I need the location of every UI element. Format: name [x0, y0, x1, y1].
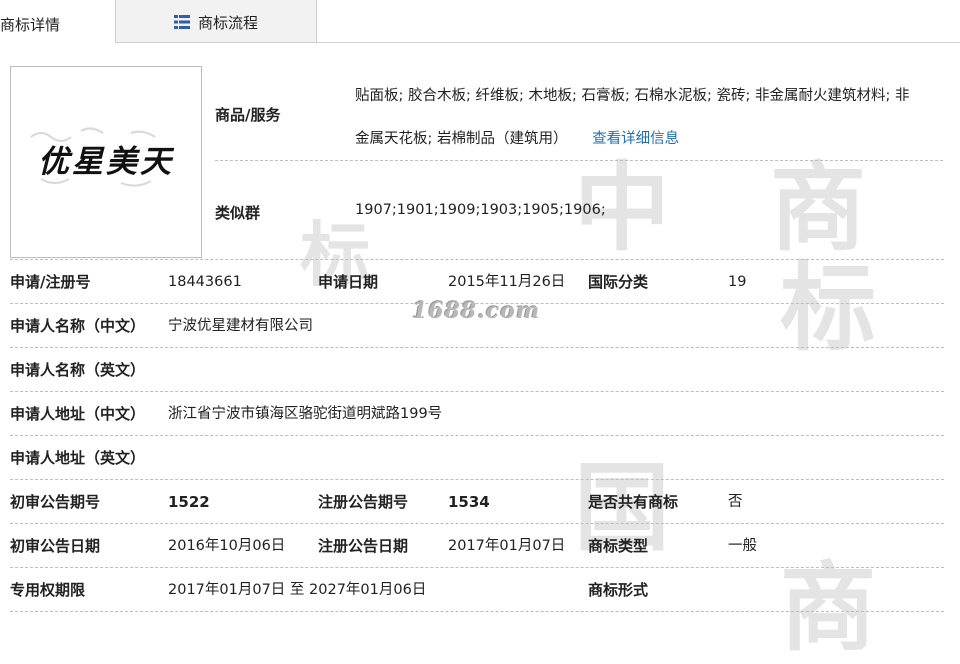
info-row: 申请人名称（英文） [10, 348, 944, 392]
mark-form-label: 商标形式 [588, 581, 649, 599]
tab-trademark-detail[interactable]: 商标详情 [0, 0, 116, 43]
applicant-addr-en-label: 申请人地址（英文） [10, 449, 146, 467]
info-row: 初审公告期号 1522 注册公告期号 1534 是否共有商标 否 [10, 480, 944, 524]
info-row: 申请人地址（中文） 浙江省宁波市镇海区骆驼街道明斌路199号 [10, 392, 944, 436]
prelim-pub-date-label: 初审公告日期 [10, 537, 101, 555]
similar-group-value: 1907;1901;1909;1903;1905;1906; [355, 202, 606, 218]
list-icon [174, 15, 190, 29]
site-watermark: 1688.com [412, 298, 541, 324]
intl-class-value: 19 [728, 274, 747, 290]
info-row: 申请人地址（英文） [10, 436, 944, 480]
reg-no-label: 申请/注册号 [10, 273, 91, 291]
goods-line2: 金属天花板; 岩棉制品（建筑用） [355, 131, 568, 147]
tab-label: 商标详情 [0, 16, 61, 34]
trademark-stamp: 优星美天 [30, 127, 175, 187]
trademark-text: 优星美天 [38, 144, 175, 180]
shared-mark-value: 否 [728, 494, 743, 510]
info-row: 专用权期限 2017年01月07日 至 2027年01月06日 商标形式 [10, 568, 944, 612]
applicant-addr-cn-value: 浙江省宁波市镇海区骆驼街道明斌路199号 [168, 406, 443, 422]
intl-class-label: 国际分类 [588, 273, 649, 291]
app-date-label: 申请日期 [318, 273, 379, 291]
reg-no-value: 18443661 [168, 274, 242, 290]
applicant-name-cn-value: 宁波优星建材有限公司 [168, 318, 313, 334]
mark-type-label: 商标类型 [588, 537, 649, 555]
applicant-name-en-label: 申请人名称（英文） [10, 361, 146, 379]
trademark-image: 优星美天 [10, 66, 202, 258]
divider [10, 611, 944, 612]
reg-pub-no-label: 注册公告期号 [318, 493, 409, 511]
goods-line1: 贴面板; 胶合木板; 纤维板; 木地板; 石膏板; 石棉水泥板; 瓷砖; 非金属… [355, 88, 910, 104]
mark-type-value: 一般 [728, 538, 757, 554]
applicant-name-cn-label: 申请人名称（中文） [10, 317, 146, 335]
exclusive-term-label: 专用权期限 [10, 581, 86, 599]
tab-trademark-flow[interactable]: 商标流程 [116, 0, 317, 42]
goods-label: 商品/服务 [215, 106, 281, 124]
view-details-link[interactable]: 查看详细信息 [592, 131, 679, 147]
exclusive-term-value: 2017年01月07日 至 2027年01月06日 [168, 582, 427, 598]
applicant-addr-cn-label: 申请人地址（中文） [10, 405, 146, 423]
reg-pub-date-value: 2017年01月07日 [448, 538, 566, 554]
shared-mark-label: 是否共有商标 [588, 493, 679, 511]
prelim-pub-no-value: 1522 [168, 493, 210, 511]
tab-bar: 商标详情 商标流程 [0, 0, 960, 43]
divider [215, 160, 943, 161]
tab-label: 商标流程 [198, 14, 259, 32]
reg-pub-date-label: 注册公告日期 [318, 537, 409, 555]
reg-pub-no-value: 1534 [448, 493, 490, 511]
watermark-glyph: 商 [770, 152, 866, 264]
prelim-pub-date-value: 2016年10月06日 [168, 538, 286, 554]
prelim-pub-no-label: 初审公告期号 [10, 493, 101, 511]
similar-group-label: 类似群 [215, 204, 261, 222]
goods-line2-wrap: 金属天花板; 岩棉制品（建筑用） 查看详细信息 [355, 127, 679, 148]
info-row: 初审公告日期 2016年10月06日 注册公告日期 2017年01月07日 商标… [10, 524, 944, 568]
